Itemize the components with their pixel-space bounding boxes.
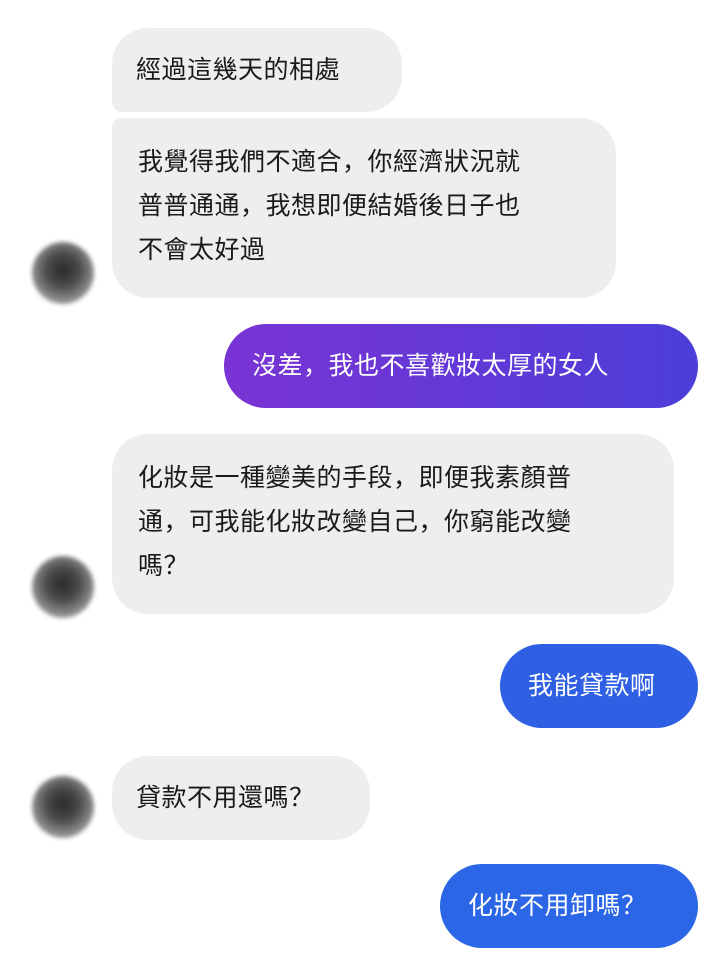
contact-avatar[interactable] <box>32 242 94 304</box>
message-bubble-received[interactable]: 化妝是一種變美的手段，即便我素顏普 通，可我能化妝改變自己，你窮能改變 嗎？ <box>112 434 674 614</box>
message-bubble-sent[interactable]: 我能貸款啊 <box>500 644 698 728</box>
message-bubble-sent[interactable]: 化妝不用卸嗎？ <box>440 864 698 948</box>
message-bubble-received[interactable]: 貸款不用還嗎？ <box>112 756 370 840</box>
message-bubble-sent[interactable]: 沒差，我也不喜歡妝太厚的女人 <box>224 324 698 408</box>
contact-avatar[interactable] <box>32 556 94 618</box>
message-bubble-received[interactable]: 我覺得我們不適合，你經濟狀況就 普普通通，我想即便結婚後日子也 不會太好過 <box>112 118 616 298</box>
message-bubble-received[interactable]: 經過這幾天的相處 <box>112 28 402 112</box>
contact-avatar[interactable] <box>32 776 94 838</box>
